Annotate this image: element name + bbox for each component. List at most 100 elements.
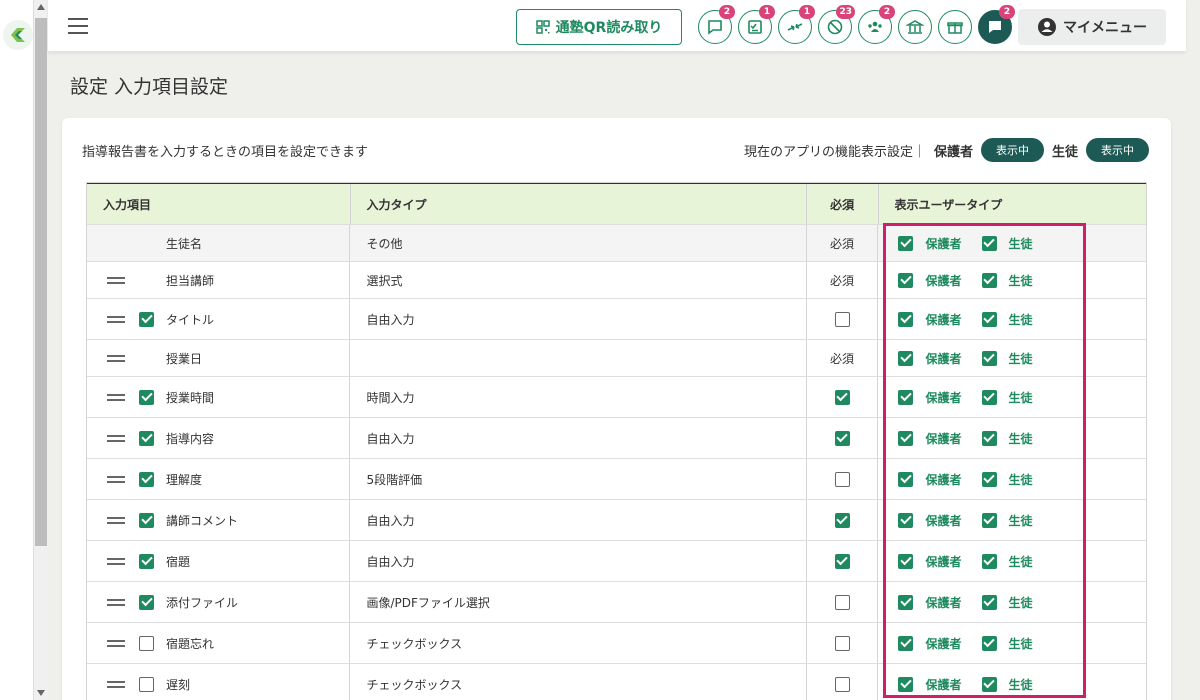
student-toggle[interactable]: 生徒 — [981, 594, 1033, 611]
table-row: 宿題忘れ チェックボックス 保護者 生徒 — [87, 623, 1146, 664]
chat-bubble-button[interactable]: 2 — [698, 5, 735, 44]
student-checkbox[interactable] — [981, 272, 997, 288]
required-checkbox[interactable] — [834, 389, 850, 405]
scroll-up-icon[interactable] — [37, 4, 45, 10]
student-checkbox[interactable] — [981, 471, 997, 487]
guardian-checkbox[interactable] — [898, 350, 914, 366]
item-label: 担当講師 — [166, 273, 215, 288]
gift-button[interactable] — [938, 10, 972, 44]
guardian-toggle[interactable]: 保護者 — [898, 272, 962, 289]
guardian-checkbox[interactable] — [898, 471, 914, 487]
student-checkbox[interactable] — [981, 553, 997, 569]
required-checkbox[interactable] — [834, 471, 850, 487]
guardian-toggle[interactable]: 保護者 — [898, 389, 962, 406]
guardian-toggle[interactable]: 保護者 — [898, 471, 962, 488]
guardian-checkbox[interactable] — [898, 389, 914, 405]
student-checkbox[interactable] — [981, 311, 997, 327]
student-toggle[interactable]: 生徒 — [981, 635, 1033, 652]
scroll-down-icon[interactable] — [37, 690, 45, 696]
my-menu-button[interactable]: マイメニュー — [1018, 9, 1166, 45]
required-checkbox[interactable] — [834, 430, 850, 446]
guardian-checkbox[interactable] — [898, 635, 914, 651]
guardian-toggle[interactable]: 保護者 — [898, 635, 962, 652]
student-checkbox[interactable] — [981, 635, 997, 651]
task-checklist-button[interactable]: 1 — [738, 5, 775, 44]
drag-handle-icon[interactable] — [107, 516, 125, 524]
guardian-checkbox[interactable] — [898, 430, 914, 446]
absence-button[interactable]: 23 — [818, 5, 855, 44]
school-building-button[interactable] — [898, 10, 932, 44]
student-toggle[interactable]: 生徒 — [981, 235, 1033, 252]
drag-handle-icon[interactable] — [107, 354, 125, 362]
required-checkbox[interactable] — [834, 311, 850, 327]
item-enable-checkbox[interactable] — [139, 471, 154, 487]
drag-handle-icon[interactable] — [107, 434, 125, 442]
drag-handle-icon[interactable] — [107, 276, 125, 284]
qr-scan-button[interactable]: 通塾QR読み取り — [516, 9, 682, 45]
student-checkbox[interactable] — [981, 430, 997, 446]
drag-handle-icon[interactable] — [107, 475, 125, 483]
item-enable-checkbox[interactable] — [139, 512, 154, 528]
student-checkbox[interactable] — [981, 512, 997, 528]
drag-handle-icon[interactable] — [107, 315, 125, 323]
guardian-checkbox[interactable] — [898, 235, 914, 251]
required-checkbox[interactable] — [834, 512, 850, 528]
item-enable-checkbox[interactable] — [139, 553, 154, 569]
student-toggle[interactable]: 生徒 — [981, 389, 1033, 406]
guardian-checkbox[interactable] — [898, 272, 914, 288]
item-enable-checkbox[interactable] — [139, 676, 154, 692]
student-toggle[interactable]: 生徒 — [981, 512, 1033, 529]
student-checkbox[interactable] — [981, 594, 997, 610]
student-toggle[interactable]: 生徒 — [981, 430, 1033, 447]
scrollbar[interactable] — [34, 0, 48, 700]
swap-arrows-button[interactable]: 1 — [778, 5, 815, 44]
guardian-checkbox[interactable] — [898, 553, 914, 569]
student-checkbox[interactable] — [981, 676, 997, 692]
item-enable-checkbox[interactable] — [139, 311, 154, 327]
required-checkbox[interactable] — [834, 594, 850, 610]
student-toggle[interactable]: 生徒 — [981, 676, 1033, 693]
guardian-toggle[interactable]: 保護者 — [898, 430, 962, 447]
item-enable-checkbox[interactable] — [139, 389, 154, 405]
item-enable-checkbox[interactable] — [139, 430, 154, 446]
guardian-toggle[interactable]: 保護者 — [898, 235, 962, 252]
message-button[interactable]: 2 — [978, 5, 1015, 44]
student-checkbox[interactable] — [981, 350, 997, 366]
scrollbar-thumb[interactable] — [35, 18, 47, 546]
app-logo-icon[interactable] — [3, 20, 33, 50]
required-checkbox[interactable] — [834, 553, 850, 569]
guardian-status-badge: 表示中 — [980, 138, 1044, 162]
student-setting-label: 生徒 — [1051, 144, 1078, 160]
student-checkbox[interactable] — [981, 235, 997, 251]
users-group-button[interactable]: 2 — [858, 5, 895, 44]
hamburger-menu-icon[interactable] — [68, 18, 88, 34]
item-enable-checkbox[interactable] — [139, 635, 154, 651]
guardian-checkbox[interactable] — [898, 512, 914, 528]
qr-code-icon — [535, 20, 550, 34]
student-toggle[interactable]: 生徒 — [981, 553, 1033, 570]
guardian-toggle[interactable]: 保護者 — [898, 311, 962, 328]
required-checkbox[interactable] — [834, 635, 850, 651]
student-toggle[interactable]: 生徒 — [981, 350, 1033, 367]
guardian-toggle[interactable]: 保護者 — [898, 553, 962, 570]
student-checkbox[interactable] — [981, 389, 997, 405]
drag-handle-icon[interactable] — [107, 393, 125, 401]
table-row: 遅刻 チェックボックス 保護者 生徒 — [87, 664, 1146, 700]
guardian-checkbox[interactable] — [898, 676, 914, 692]
item-enable-checkbox[interactable] — [139, 594, 154, 610]
guardian-checkbox[interactable] — [898, 594, 914, 610]
chat-bubble-icon — [708, 20, 722, 35]
required-checkbox[interactable] — [834, 676, 850, 692]
drag-handle-icon[interactable] — [107, 598, 125, 606]
guardian-toggle[interactable]: 保護者 — [898, 676, 962, 693]
guardian-toggle[interactable]: 保護者 — [898, 594, 962, 611]
guardian-toggle[interactable]: 保護者 — [898, 350, 962, 367]
student-toggle[interactable]: 生徒 — [981, 272, 1033, 289]
guardian-checkbox[interactable] — [898, 311, 914, 327]
student-toggle[interactable]: 生徒 — [981, 471, 1033, 488]
guardian-toggle[interactable]: 保護者 — [898, 512, 962, 529]
drag-handle-icon[interactable] — [107, 680, 125, 688]
student-toggle[interactable]: 生徒 — [981, 311, 1033, 328]
drag-handle-icon[interactable] — [107, 557, 125, 565]
drag-handle-icon[interactable] — [107, 639, 125, 647]
